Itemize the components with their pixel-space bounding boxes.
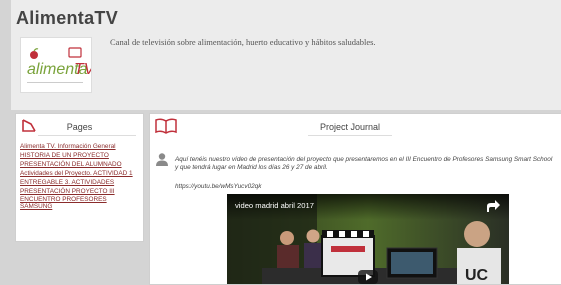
page-link[interactable]: PRESENTACIÓN PROYECTO III ENCUENTRO PROF… bbox=[20, 188, 140, 211]
pages-list: Alimenta TV. Información General HISTORI… bbox=[20, 143, 140, 212]
site-description: Canal de televisión sobre alimentación, … bbox=[110, 37, 376, 47]
video-title[interactable]: video madrid abril 2017 bbox=[235, 201, 314, 210]
site-logo[interactable]: alimenta TV bbox=[20, 37, 96, 93]
apple-icon bbox=[30, 51, 38, 59]
pages-panel: Pages Alimenta TV. Información General H… bbox=[15, 113, 144, 242]
journal-post-link[interactable]: https://youtu.be/wMsYucv02qk bbox=[175, 183, 261, 190]
site-title[interactable]: AlimentaTV bbox=[16, 8, 118, 29]
journal-panel: Project Journal Aquí tenéis nuestro víde… bbox=[149, 113, 561, 285]
page-link[interactable]: HISTORIA DE UN PROYECTO bbox=[20, 152, 140, 160]
page-link[interactable]: Alimenta TV. Información General bbox=[20, 143, 140, 151]
page-link[interactable]: ENTREGABLE 3. ACTIVIDADES bbox=[20, 179, 140, 187]
embedded-video[interactable]: UC video madrid abril 2017 bbox=[227, 194, 509, 284]
svg-text:UC: UC bbox=[465, 267, 489, 284]
play-icon bbox=[358, 270, 378, 284]
page-link[interactable]: PRESENTACIÓN DEL ALUMNADO bbox=[20, 161, 140, 169]
journal-title-divider bbox=[308, 135, 392, 136]
svg-text:TV: TV bbox=[74, 61, 91, 78]
book-icon bbox=[155, 118, 177, 139]
pages-icon bbox=[21, 118, 37, 138]
user-avatar-icon bbox=[155, 152, 169, 166]
site-header: AlimentaTV alimenta TV Canal de televisi… bbox=[11, 0, 561, 110]
logo-graphic: alimenta TV bbox=[27, 47, 96, 83]
page-link[interactable]: Actividades del Proyecto. ACTIVIDAD 1 bbox=[20, 170, 140, 178]
journal-post-text: Aquí tenéis nuestro vídeo de presentació… bbox=[175, 156, 553, 172]
journal-panel-title: Project Journal bbox=[319, 122, 381, 132]
pages-panel-title: Pages bbox=[66, 122, 93, 132]
pages-title-divider bbox=[38, 135, 136, 136]
tv-icon bbox=[68, 47, 82, 58]
